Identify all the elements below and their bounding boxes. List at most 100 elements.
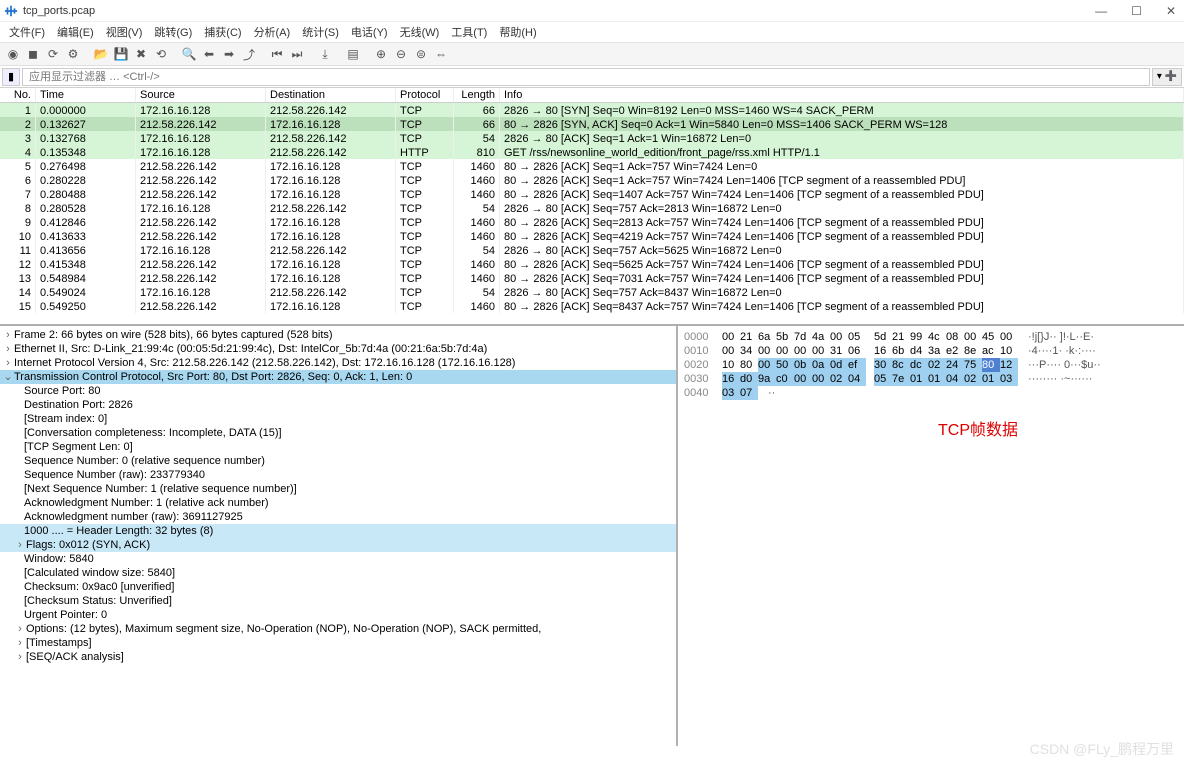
next-icon[interactable]: ➡	[220, 45, 238, 63]
prev-icon[interactable]: ⬅	[200, 45, 218, 63]
packet-row[interactable]: 10.000000172.16.16.128212.58.226.142TCP6…	[0, 103, 1184, 117]
tree-seqack[interactable]: ›[SEQ/ACK analysis]	[0, 650, 676, 664]
maximize-button[interactable]: ☐	[1131, 4, 1142, 18]
watermark-sub: CSDN @FLy_鹏程万里	[1030, 739, 1174, 759]
col-destination[interactable]: Destination	[266, 88, 396, 102]
packet-row[interactable]: 40.135348172.16.16.128212.58.226.142HTTP…	[0, 145, 1184, 159]
col-source[interactable]: Source	[136, 88, 266, 102]
tree-field[interactable]: [Calculated window size: 5840]	[0, 566, 676, 580]
zoom-out-icon[interactable]: ⊖	[392, 45, 410, 63]
col-protocol[interactable]: Protocol	[396, 88, 454, 102]
tree-field[interactable]: 1000 .... = Header Length: 32 bytes (8)	[0, 524, 676, 538]
col-length[interactable]: Length	[454, 88, 500, 102]
hex-row[interactable]: 000000216a5b7d4a0005 5d21994c08004500·!j…	[684, 330, 1178, 344]
close-file-icon[interactable]: ✖	[132, 45, 150, 63]
tree-field[interactable]: [Next Sequence Number: 1 (relative seque…	[0, 482, 676, 496]
hex-row[interactable]: 00100034000000003106 166bd43ae28eac10·4·…	[684, 344, 1178, 358]
tree-field[interactable]: Acknowledgment number (raw): 3691127925	[0, 510, 676, 524]
restart-capture-icon[interactable]: ⟳	[44, 45, 62, 63]
tree-field[interactable]: Destination Port: 2826	[0, 398, 676, 412]
stop-capture-icon[interactable]: ◼	[24, 45, 42, 63]
hex-annotation: TCP帧数据	[938, 416, 1018, 440]
tree-timestamps[interactable]: ›[Timestamps]	[0, 636, 676, 650]
tree-ethernet[interactable]: ›Ethernet II, Src: D-Link_21:99:4c (00:0…	[0, 342, 676, 356]
open-icon[interactable]: 📂	[92, 45, 110, 63]
col-time[interactable]: Time	[36, 88, 136, 102]
tree-field[interactable]: [Stream index: 0]	[0, 412, 676, 426]
tree-field[interactable]: Sequence Number (raw): 233779340	[0, 468, 676, 482]
packet-row[interactable]: 80.280528172.16.16.128212.58.226.142TCP5…	[0, 201, 1184, 215]
hex-row[interactable]: 003016d09ac000000204 057e010104020103···…	[684, 372, 1178, 386]
col-no[interactable]: No.	[0, 88, 36, 102]
tree-field[interactable]: Source Port: 80	[0, 384, 676, 398]
tree-field[interactable]: [Checksum Status: Unverified]	[0, 594, 676, 608]
packet-details-pane[interactable]: ›Frame 2: 66 bytes on wire (528 bits), 6…	[0, 326, 678, 746]
packet-row[interactable]: 150.549250212.58.226.142172.16.16.128TCP…	[0, 299, 1184, 313]
watermark-main: 七芒星实验室	[1042, 705, 1174, 737]
packet-row[interactable]: 110.413656172.16.16.128212.58.226.142TCP…	[0, 243, 1184, 257]
packet-bytes-pane[interactable]: 000000216a5b7d4a0005 5d21994c08004500·!j…	[678, 326, 1184, 746]
packet-row[interactable]: 130.548984212.58.226.142172.16.16.128TCP…	[0, 271, 1184, 285]
packet-list-pane[interactable]: No. Time Source Destination Protocol Len…	[0, 88, 1184, 326]
menu-item[interactable]: 文件(F)	[4, 23, 50, 41]
tree-field[interactable]: [Conversation completeness: Incomplete, …	[0, 426, 676, 440]
hex-row[interactable]: 0020108000500b0a0def 308cdc0224758012···…	[684, 358, 1178, 372]
tree-field[interactable]: [TCP Segment Len: 0]	[0, 440, 676, 454]
find-icon[interactable]: 🔍	[180, 45, 198, 63]
menu-item[interactable]: 无线(W)	[395, 23, 445, 41]
last-icon[interactable]: ⏭	[288, 45, 306, 63]
filter-apply-button[interactable]: ▾ ➕	[1152, 68, 1182, 86]
menu-item[interactable]: 捕获(C)	[199, 23, 246, 41]
hex-row[interactable]: 00400307··	[684, 386, 1178, 400]
save-icon[interactable]: 💾	[112, 45, 130, 63]
menu-item[interactable]: 分析(A)	[249, 23, 296, 41]
menu-item[interactable]: 帮助(H)	[494, 23, 541, 41]
zoom-reset-icon[interactable]: ⊜	[412, 45, 430, 63]
menu-item[interactable]: 视图(V)	[101, 23, 148, 41]
options-icon[interactable]: ⚙	[64, 45, 82, 63]
tree-field[interactable]: Urgent Pointer: 0	[0, 608, 676, 622]
menu-item[interactable]: 电话(Y)	[346, 23, 393, 41]
tree-tcp[interactable]: ⌄Transmission Control Protocol, Src Port…	[0, 370, 676, 384]
col-info[interactable]: Info	[500, 88, 1184, 102]
autoscroll-icon[interactable]: ⤓	[316, 45, 334, 63]
tree-options[interactable]: ›Options: (12 bytes), Maximum segment si…	[0, 622, 676, 636]
jump-icon[interactable]: ⤴	[240, 45, 258, 63]
packet-row[interactable]: 60.280228212.58.226.142172.16.16.128TCP1…	[0, 173, 1184, 187]
resize-columns-icon[interactable]: ⇔	[432, 45, 450, 63]
tree-field[interactable]: Window: 5840	[0, 552, 676, 566]
tree-frame[interactable]: ›Frame 2: 66 bytes on wire (528 bits), 6…	[0, 328, 676, 342]
menu-item[interactable]: 跳转(G)	[149, 23, 197, 41]
colorize-icon[interactable]: ▤	[344, 45, 362, 63]
menu-item[interactable]: 工具(T)	[446, 23, 492, 41]
menu-bar: 文件(F)编辑(E)视图(V)跳转(G)捕获(C)分析(A)统计(S)电话(Y)…	[0, 22, 1184, 42]
packet-row[interactable]: 50.276498212.58.226.142172.16.16.128TCP1…	[0, 159, 1184, 173]
filter-bookmark-icon[interactable]: ▮	[2, 68, 20, 86]
packet-row[interactable]: 30.132768172.16.16.128212.58.226.142TCP5…	[0, 131, 1184, 145]
window-title: tcp_ports.pcap	[23, 5, 1095, 17]
packet-row[interactable]: 100.413633212.58.226.142172.16.16.128TCP…	[0, 229, 1184, 243]
packet-row[interactable]: 70.280488212.58.226.142172.16.16.128TCP1…	[0, 187, 1184, 201]
tree-field[interactable]: Sequence Number: 0 (relative sequence nu…	[0, 454, 676, 468]
toolbar: ◉ ◼ ⟳ ⚙ 📂 💾 ✖ ⟲ 🔍 ⬅ ➡ ⤴ ⏮ ⏭ ⤓ ▤ ⊕ ⊖ ⊜ ⇔	[0, 42, 1184, 66]
tree-flags[interactable]: ›Flags: 0x012 (SYN, ACK)	[0, 538, 676, 552]
packet-row[interactable]: 90.412846212.58.226.142172.16.16.128TCP1…	[0, 215, 1184, 229]
close-button[interactable]: ✕	[1166, 4, 1176, 18]
display-filter-input[interactable]	[22, 68, 1150, 86]
title-bar: tcp_ports.pcap — ☐ ✕	[0, 0, 1184, 22]
filter-bar: ▮ ▾ ➕	[0, 66, 1184, 88]
tree-ip[interactable]: ›Internet Protocol Version 4, Src: 212.5…	[0, 356, 676, 370]
minimize-button[interactable]: —	[1095, 4, 1107, 18]
menu-item[interactable]: 编辑(E)	[52, 23, 99, 41]
menu-item[interactable]: 统计(S)	[297, 23, 344, 41]
first-icon[interactable]: ⏮	[268, 45, 286, 63]
tree-field[interactable]: Checksum: 0x9ac0 [unverified]	[0, 580, 676, 594]
packet-row[interactable]: 20.132627212.58.226.142172.16.16.128TCP6…	[0, 117, 1184, 131]
zoom-in-icon[interactable]: ⊕	[372, 45, 390, 63]
reload-icon[interactable]: ⟲	[152, 45, 170, 63]
packet-row[interactable]: 120.415348212.58.226.142172.16.16.128TCP…	[0, 257, 1184, 271]
packet-row[interactable]: 140.549024172.16.16.128212.58.226.142TCP…	[0, 285, 1184, 299]
start-capture-icon[interactable]: ◉	[4, 45, 22, 63]
tree-field[interactable]: Acknowledgment Number: 1 (relative ack n…	[0, 496, 676, 510]
bottom-split: ›Frame 2: 66 bytes on wire (528 bits), 6…	[0, 326, 1184, 746]
